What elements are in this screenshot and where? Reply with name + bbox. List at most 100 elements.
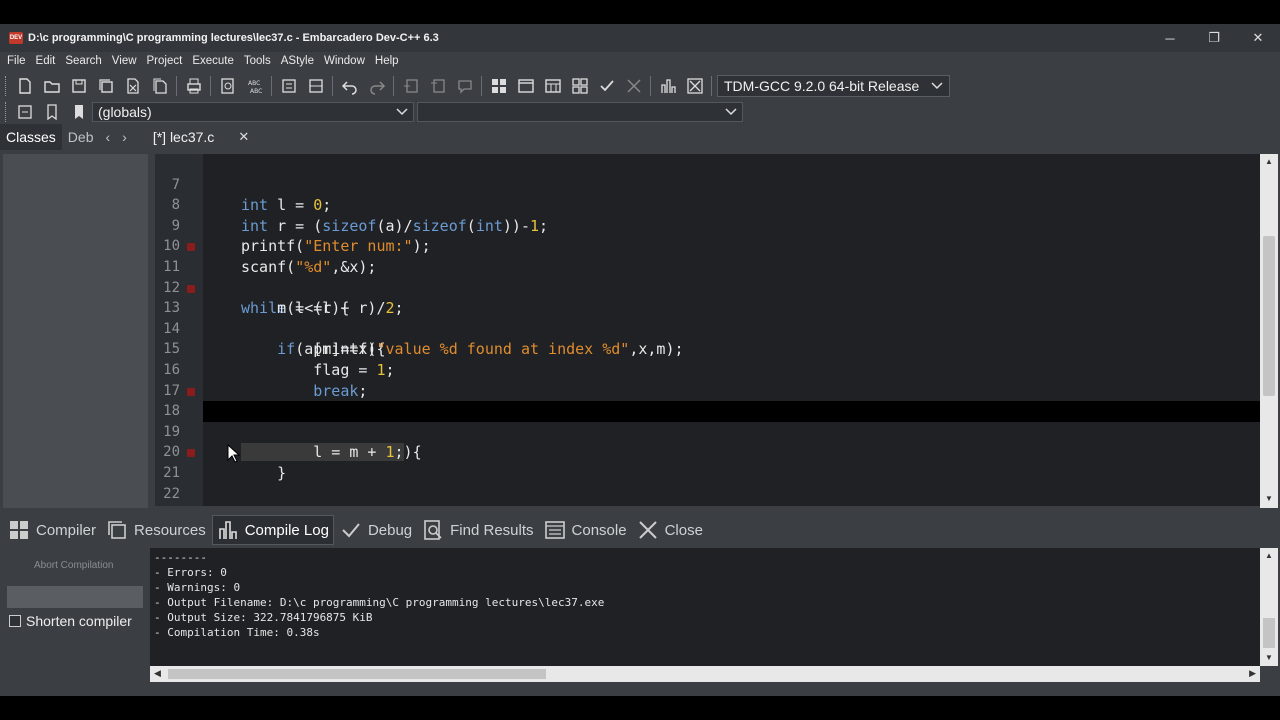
code-line: 21 else{ bbox=[155, 442, 1260, 506]
menu-execute[interactable]: Execute bbox=[187, 55, 239, 67]
new-file-button[interactable] bbox=[11, 74, 38, 98]
svg-text:ABC: ABC bbox=[248, 80, 260, 87]
run-button[interactable] bbox=[512, 74, 539, 98]
bar-chart-icon bbox=[218, 521, 237, 539]
comment-button[interactable] bbox=[451, 74, 478, 98]
find-button[interactable] bbox=[214, 74, 241, 98]
code-editor[interactable]: 7 int l = 0; 8 int r = (sizeof(a)/sizeof… bbox=[155, 154, 1260, 506]
toolbar-grip[interactable] bbox=[5, 102, 8, 122]
tab-debug[interactable]: Deb bbox=[62, 124, 100, 150]
insert-icon bbox=[17, 105, 32, 119]
member-combo[interactable] bbox=[417, 102, 743, 122]
close-all-button[interactable] bbox=[146, 74, 173, 98]
printer-icon bbox=[186, 78, 201, 94]
menu-astyle[interactable]: AStyle bbox=[276, 55, 319, 67]
scope-combo[interactable]: (globals) bbox=[92, 102, 414, 122]
save-icon bbox=[71, 79, 86, 93]
tab-scroll-left[interactable]: ‹ bbox=[99, 124, 116, 150]
insert-button[interactable] bbox=[11, 100, 38, 124]
scroll-up-icon[interactable]: ▲ bbox=[1264, 551, 1274, 561]
find-icon bbox=[220, 78, 234, 94]
tab-scroll-right[interactable]: › bbox=[116, 124, 133, 150]
file-tab-lec37[interactable]: [*] lec37.c ✕ bbox=[153, 124, 249, 150]
comment-icon bbox=[457, 80, 472, 94]
clean-button[interactable] bbox=[620, 74, 647, 98]
close-tab-icon[interactable]: ✕ bbox=[238, 129, 249, 145]
tab-compiler[interactable]: Compiler bbox=[4, 515, 100, 545]
scroll-left-icon[interactable]: ◀ bbox=[154, 668, 161, 679]
code-line: 12 m = (l + r)/2; bbox=[155, 257, 1260, 318]
compile-run-button[interactable] bbox=[539, 74, 566, 98]
shorten-compiler-checkbox[interactable]: Shorten compiler bbox=[9, 613, 132, 629]
scroll-right-icon[interactable]: ▶ bbox=[1249, 668, 1256, 679]
delete-profile-button[interactable] bbox=[681, 74, 708, 98]
scroll-up-icon[interactable]: ▲ bbox=[1264, 157, 1274, 167]
tab-find-results[interactable]: Find Results bbox=[418, 515, 537, 545]
close-file-button[interactable] bbox=[119, 74, 146, 98]
menu-project[interactable]: Project bbox=[142, 55, 188, 67]
compiler-select[interactable]: TDM-GCC 9.2.0 64-bit Release bbox=[717, 75, 950, 97]
svg-text:ABC: ABC bbox=[250, 88, 262, 95]
scrollbar-thumb[interactable] bbox=[168, 669, 546, 679]
log-horizontal-scrollbar[interactable]: ◀ ▶ bbox=[150, 666, 1260, 682]
tab-compile-log[interactable]: Compile Log bbox=[211, 515, 334, 545]
compile-log-output[interactable]: -------- - Errors: 0 - Warnings: 0 - Out… bbox=[150, 548, 1260, 666]
toggle-bookmark-button[interactable] bbox=[38, 100, 65, 124]
scroll-down-icon[interactable]: ▼ bbox=[1264, 494, 1274, 504]
tab-console[interactable]: Console bbox=[540, 515, 631, 545]
fold-marker-icon[interactable] bbox=[187, 243, 195, 252]
redo-button[interactable] bbox=[363, 74, 390, 98]
window-title: D:\c programming\C programming lectures\… bbox=[28, 32, 439, 44]
replace-button[interactable]: ABC ABC bbox=[241, 74, 268, 98]
compile-button[interactable] bbox=[485, 74, 512, 98]
scrollbar-thumb[interactable] bbox=[1263, 618, 1275, 648]
syntax-check-button[interactable] bbox=[593, 74, 620, 98]
menu-help[interactable]: Help bbox=[370, 55, 404, 67]
code-line: 8 int r = (sizeof(a)/sizeof(int))-1; bbox=[155, 175, 1260, 235]
toolbar-grip[interactable] bbox=[5, 76, 8, 96]
tab-resources[interactable]: Resources bbox=[102, 515, 210, 545]
menu-search[interactable]: Search bbox=[60, 55, 106, 67]
class-browser-panel[interactable] bbox=[3, 154, 148, 508]
maximize-button[interactable]: ❐ bbox=[1192, 24, 1236, 52]
menu-edit[interactable]: Edit bbox=[31, 55, 61, 67]
code-text: r = m - 1; bbox=[241, 504, 403, 506]
log-line: - Output Filename: D:\c programming\C pr… bbox=[154, 596, 605, 609]
close-panel-button[interactable]: Close bbox=[633, 515, 707, 545]
rebuild-button[interactable] bbox=[566, 74, 593, 98]
fold-marker-icon[interactable] bbox=[187, 387, 195, 396]
tab-classes[interactable]: Classes bbox=[0, 124, 62, 150]
profile-button[interactable] bbox=[654, 74, 681, 98]
minimize-button[interactable]: ─ bbox=[1148, 24, 1192, 52]
log-line: - Warnings: 0 bbox=[154, 581, 241, 594]
open-file-button[interactable] bbox=[38, 74, 65, 98]
menu-tools[interactable]: Tools bbox=[239, 55, 276, 67]
abort-compilation-button[interactable]: Abort Compilation bbox=[34, 560, 113, 571]
editor-vertical-scrollbar[interactable]: ▲ ▼ bbox=[1260, 154, 1278, 508]
undo-button[interactable] bbox=[336, 74, 363, 98]
replace-icon: ABCABC bbox=[248, 80, 262, 95]
fold-marker-icon[interactable] bbox=[187, 284, 195, 293]
print-button[interactable] bbox=[180, 74, 207, 98]
menu-view[interactable]: View bbox=[107, 55, 142, 67]
save-button[interactable] bbox=[65, 74, 92, 98]
checkbox-box[interactable] bbox=[9, 615, 21, 627]
menu-window[interactable]: Window bbox=[319, 55, 370, 67]
unindent-button[interactable] bbox=[302, 74, 329, 98]
find-results-icon bbox=[424, 520, 442, 540]
bookmark-button[interactable] bbox=[424, 74, 451, 98]
goto-bookmark-button[interactable] bbox=[65, 100, 92, 124]
menu-file[interactable]: File bbox=[2, 55, 31, 67]
save-all-button[interactable] bbox=[92, 74, 119, 98]
close-window-button[interactable]: ✕ bbox=[1236, 24, 1280, 52]
tab-debug-panel[interactable]: Debug bbox=[336, 515, 416, 545]
tab-compiler-label: Compiler bbox=[36, 521, 97, 539]
scroll-down-icon[interactable]: ▼ bbox=[1264, 653, 1274, 663]
mouse-pointer-icon bbox=[227, 444, 241, 463]
fold-marker-icon[interactable] bbox=[187, 449, 195, 458]
log-vertical-scrollbar[interactable]: ▲ ▼ bbox=[1260, 548, 1278, 666]
goto-line-button[interactable] bbox=[397, 74, 424, 98]
bar-chart-icon bbox=[660, 79, 676, 93]
indent-button[interactable] bbox=[275, 74, 302, 98]
scrollbar-thumb[interactable] bbox=[1263, 236, 1275, 396]
